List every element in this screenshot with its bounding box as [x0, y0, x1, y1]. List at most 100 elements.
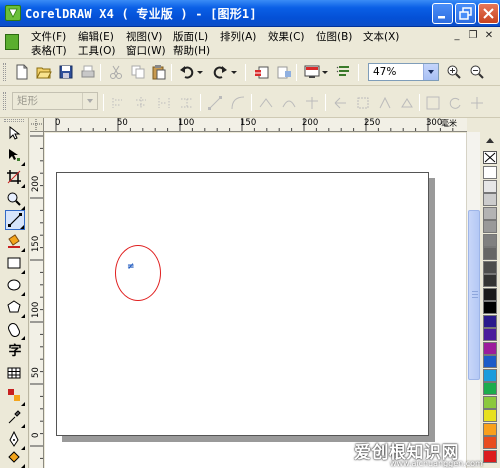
print-icon[interactable]	[80, 64, 96, 80]
color-swatch[interactable]	[483, 179, 497, 193]
doc-restore-icon[interactable]: ❐	[466, 29, 480, 42]
color-swatch[interactable]	[483, 166, 497, 179]
node-select-icon[interactable]	[425, 95, 441, 111]
color-swatch[interactable]	[483, 314, 497, 328]
zoom-level-combo[interactable]: 47%	[368, 63, 439, 81]
app-launcher-icon[interactable]	[304, 64, 320, 80]
smooth-node-icon[interactable]	[281, 95, 297, 111]
menu-view[interactable]: 视图(V)	[126, 29, 162, 44]
fill-tool[interactable]	[5, 448, 25, 468]
color-swatch[interactable]	[483, 395, 497, 409]
crop-tool[interactable]	[5, 168, 25, 188]
paste-icon[interactable]	[151, 64, 167, 80]
ruler-origin[interactable]	[30, 118, 44, 132]
color-swatch[interactable]	[483, 247, 497, 260]
menu-window[interactable]: 窗口(W)	[126, 43, 166, 58]
polygon-tool[interactable]	[5, 298, 25, 318]
toolbar-grip[interactable]	[3, 92, 6, 110]
save-icon[interactable]	[58, 64, 74, 80]
spacing-icon[interactable]	[179, 95, 195, 111]
smart-fill-tool[interactable]	[5, 232, 25, 252]
undo-dropdown-icon[interactable]	[196, 65, 204, 81]
scrollbar-thumb[interactable]	[468, 210, 480, 380]
vertical-scrollbar[interactable]	[466, 132, 480, 468]
ellipse-tool[interactable]	[5, 276, 25, 296]
menu-text[interactable]: 文本(X)	[363, 29, 399, 44]
color-swatch[interactable]	[483, 260, 497, 274]
pick-tool[interactable]	[5, 124, 25, 144]
rectangle-tool[interactable]	[5, 254, 25, 274]
menu-layout[interactable]: 版面(L)	[173, 29, 208, 44]
outline-tool[interactable]	[5, 430, 25, 450]
no-color-swatch[interactable]	[483, 151, 497, 164]
color-swatch[interactable]	[483, 287, 497, 301]
doc-close-icon[interactable]: ✕	[482, 29, 496, 42]
menu-help[interactable]: 帮助(H)	[173, 43, 210, 58]
close-curve-icon[interactable]	[399, 95, 415, 111]
color-swatch[interactable]	[483, 368, 497, 382]
menu-arrange[interactable]: 排列(A)	[220, 29, 256, 44]
ellipse-shape[interactable]	[115, 245, 161, 301]
color-swatch[interactable]	[483, 193, 497, 206]
shape-tool[interactable]	[5, 146, 25, 166]
freehand-tool[interactable]	[5, 210, 25, 230]
reverse-icon[interactable]	[332, 95, 348, 111]
color-swatch[interactable]	[483, 274, 497, 287]
align-left-icon[interactable]	[110, 95, 126, 111]
color-swatch[interactable]	[483, 341, 497, 355]
color-swatch[interactable]	[483, 355, 497, 368]
document-icon[interactable]	[5, 34, 19, 50]
distribute-icon[interactable]	[156, 95, 172, 111]
open-icon[interactable]	[36, 64, 52, 80]
cusp-node-icon[interactable]	[258, 95, 274, 111]
chevron-down-icon[interactable]	[423, 64, 438, 80]
color-swatch[interactable]	[483, 206, 497, 220]
chevron-down-icon[interactable]	[82, 93, 97, 109]
menu-edit[interactable]: 编辑(E)	[78, 29, 114, 44]
zoom-tool[interactable]	[5, 190, 25, 210]
palette-scroll-up-icon[interactable]	[485, 136, 495, 144]
text-tool[interactable]: 字	[5, 342, 25, 362]
elastic-icon[interactable]	[469, 95, 485, 111]
import-icon[interactable]	[253, 64, 269, 80]
symmetric-node-icon[interactable]	[304, 95, 320, 111]
cut-icon[interactable]	[108, 64, 124, 80]
table-tool[interactable]	[5, 364, 25, 384]
undo-icon[interactable]	[179, 64, 195, 80]
export-icon[interactable]	[276, 64, 292, 80]
drawing-page[interactable]	[56, 172, 429, 436]
zoom-in-icon[interactable]	[446, 64, 462, 80]
color-swatch[interactable]	[483, 328, 497, 341]
color-swatch[interactable]	[483, 409, 497, 422]
to-curve-icon[interactable]	[230, 95, 246, 111]
zoom-out-icon[interactable]	[469, 64, 485, 80]
launcher-dropdown-icon[interactable]	[321, 65, 329, 81]
menu-tools[interactable]: 工具(O)	[78, 43, 115, 58]
menu-effects[interactable]: 效果(C)	[268, 29, 305, 44]
redo-dropdown-icon[interactable]	[230, 65, 238, 81]
align-center-icon[interactable]	[133, 95, 149, 111]
menu-file[interactable]: 文件(F)	[31, 29, 66, 44]
minimize-button[interactable]	[432, 3, 453, 24]
color-swatch[interactable]	[483, 301, 497, 314]
redo-icon[interactable]	[212, 64, 228, 80]
menu-bitmaps[interactable]: 位图(B)	[316, 29, 352, 44]
canvas-mark[interactable]: ≠	[127, 262, 135, 272]
maximize-button[interactable]	[455, 3, 476, 24]
color-swatch[interactable]	[483, 220, 497, 233]
horizontal-ruler[interactable]: 0 50 100 150 200 250 300 毫米	[44, 118, 467, 132]
eyedropper-tool[interactable]	[5, 408, 25, 428]
color-swatch[interactable]	[483, 233, 497, 247]
interactive-blend-tool[interactable]	[5, 386, 25, 406]
color-swatch[interactable]	[483, 382, 497, 395]
title-bar[interactable]: CorelDRAW X4 ( 专业版 ) - [图形1]	[0, 0, 500, 27]
menu-table[interactable]: 表格(T)	[31, 43, 67, 58]
drawing-canvas[interactable]: ≠	[45, 133, 466, 468]
doc-minimize-icon[interactable]: _	[450, 29, 464, 42]
extract-icon[interactable]	[377, 95, 393, 111]
close-button[interactable]	[478, 3, 499, 24]
rotate-icon[interactable]	[447, 95, 463, 111]
copy-icon[interactable]	[130, 64, 146, 80]
extend-icon[interactable]	[355, 95, 371, 111]
toolbar-grip[interactable]	[3, 63, 6, 81]
